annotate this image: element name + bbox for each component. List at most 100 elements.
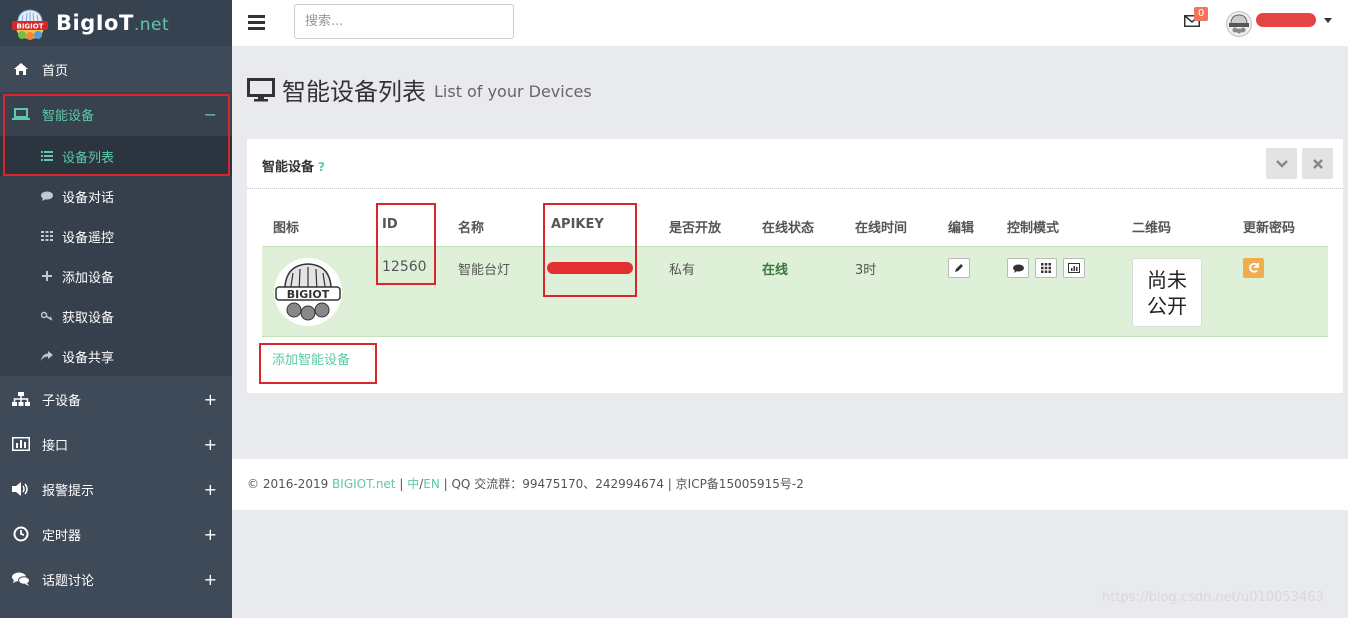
add-device-link[interactable]: 添加智能设备 — [272, 349, 350, 368]
expand-toggle[interactable]: + — [204, 390, 217, 409]
expand-toggle[interactable]: + — [204, 525, 217, 544]
sidebar-item-topics[interactable]: 话题讨论 + — [0, 557, 232, 601]
sidebar-item-label: 子设备 — [42, 393, 82, 409]
sidebar-subitem-label: 设备对话 — [62, 190, 115, 206]
device-open: 私有 — [669, 263, 696, 278]
sidebar-subitem-get-device[interactable]: 获取设备 — [0, 296, 232, 336]
lang-en-link[interactable]: EN — [423, 477, 440, 491]
refresh-icon — [1248, 262, 1259, 273]
footer: © 2016-2019 BIGIOT.net | 中/EN | QQ 交流群：9… — [232, 459, 1348, 510]
bar-chart-icon — [11, 437, 31, 451]
desktop-icon — [247, 77, 275, 101]
key-icon — [40, 311, 54, 321]
home-icon — [11, 62, 31, 76]
watermark: https://blog.csdn.net/u010053463 — [1102, 590, 1324, 605]
chat-control-button[interactable] — [1007, 258, 1029, 278]
devices-panel: 智能设备? 图标 ID 名称 APIKEY 是否开放 在线状态 在线时间 编辑 … — [247, 139, 1343, 393]
chart-control-button[interactable] — [1063, 258, 1085, 278]
username-redacted[interactable] — [1256, 13, 1316, 27]
expand-toggle[interactable]: + — [204, 570, 217, 589]
sidebar-subitem-device-chat[interactable]: 设备对话 — [0, 176, 232, 216]
expand-toggle[interactable]: + — [204, 480, 217, 499]
device-logo-text: BIGIOT — [287, 288, 330, 301]
device-logo-icon: BIGIOT — [274, 258, 342, 326]
bar-chart-icon — [1068, 263, 1080, 273]
col-header-name: 名称 — [458, 221, 485, 236]
list-icon — [40, 151, 54, 161]
col-header-icon: 图标 — [273, 221, 300, 236]
sidebar-item-sub-devices[interactable]: 子设备 + — [0, 377, 232, 421]
sidebar-item-label: 首页 — [42, 63, 69, 79]
sidebar-item-smart-devices[interactable]: 智能设备 − — [0, 92, 232, 136]
device-status: 在线 — [762, 263, 789, 278]
comments-icon — [11, 572, 31, 586]
brand-name: BigIoT.net — [56, 11, 170, 35]
collapse-panel-button[interactable] — [1266, 148, 1297, 179]
col-header-edit: 编辑 — [948, 221, 975, 236]
collapse-toggle[interactable]: − — [204, 105, 217, 124]
device-online-time: 3时 — [855, 263, 877, 278]
mail-count-badge: 0 — [1194, 7, 1209, 21]
sidebar-subitem-share-device[interactable]: 设备共享 — [0, 336, 232, 376]
sidebar-item-label: 定时器 — [42, 528, 82, 544]
laptop-icon — [11, 107, 31, 121]
menu-toggle-icon[interactable] — [248, 15, 265, 30]
sidebar-item-label: 接口 — [42, 438, 69, 454]
col-header-status: 在线状态 — [762, 221, 815, 236]
clock-icon — [11, 526, 31, 542]
remote-control-button[interactable] — [1035, 258, 1057, 278]
col-header-id: ID — [382, 217, 398, 232]
sidebar-subitem-add-device[interactable]: 添加设备 — [0, 256, 232, 296]
col-header-update-key: 更新密码 — [1243, 221, 1296, 236]
apikey-redacted — [547, 262, 633, 274]
col-header-apikey: APIKEY — [551, 217, 604, 232]
sitemap-icon — [11, 392, 31, 406]
sidebar-subitem-device-remote[interactable]: 设备遥控 — [0, 216, 232, 256]
close-icon — [1312, 158, 1323, 169]
comment-icon — [40, 191, 54, 201]
comment-icon — [1012, 264, 1024, 273]
col-header-control-mode: 控制模式 — [1007, 221, 1060, 236]
sidebar-subitem-label: 设备共享 — [62, 350, 115, 366]
bigiot-logo-icon: BIGIOT — [12, 9, 48, 40]
sidebar-item-label: 报警提示 — [42, 483, 95, 499]
sidebar-item-interface[interactable]: 接口 + — [0, 422, 232, 466]
close-panel-button[interactable] — [1302, 148, 1333, 179]
device-id: 12560 — [382, 259, 427, 275]
pencil-icon — [955, 264, 963, 272]
caret-down-icon[interactable] — [1324, 18, 1332, 23]
topbar: 0 — [232, 0, 1348, 46]
page-subtitle: List of your Devices — [434, 82, 592, 101]
lang-zh-link[interactable]: 中 — [407, 477, 419, 491]
page-title: 智能设备列表 List of your Devices — [247, 72, 592, 107]
expand-toggle[interactable]: + — [204, 435, 217, 454]
brand[interactable]: BIGIOT BigIoT.net — [0, 0, 232, 46]
chevron-down-icon — [1275, 159, 1288, 168]
grid-icon — [1041, 263, 1051, 273]
volume-icon — [11, 482, 31, 496]
refresh-key-button[interactable] — [1243, 258, 1264, 278]
col-header-public: 是否开放 — [669, 221, 722, 236]
sidebar: BIGIOT BigIoT.net 首页 智能设备 − 设备列表 设备对话 设备… — [0, 0, 232, 618]
share-icon — [40, 351, 54, 361]
site-link[interactable]: BIGIOT.net — [332, 477, 395, 491]
col-header-qrcode: 二维码 — [1132, 221, 1172, 236]
sidebar-item-timer[interactable]: 定时器 + — [0, 512, 232, 556]
sidebar-item-label: 智能设备 — [42, 108, 95, 124]
help-icon[interactable]: ? — [318, 160, 325, 174]
col-header-online-time: 在线时间 — [855, 221, 908, 236]
plus-icon — [40, 271, 54, 281]
sidebar-item-home[interactable]: 首页 — [0, 47, 232, 91]
logo-text: BIGIOT — [16, 23, 43, 31]
panel-title: 智能设备? — [262, 160, 325, 175]
edit-button[interactable] — [948, 258, 970, 278]
sidebar-subitem-device-list[interactable]: 设备列表 — [0, 136, 232, 176]
sidebar-subitem-label: 设备遥控 — [62, 230, 115, 246]
sidebar-item-alarm[interactable]: 报警提示 + — [0, 467, 232, 511]
qrcode-placeholder: 尚未 公开 — [1132, 258, 1202, 327]
device-name: 智能台灯 — [458, 263, 511, 278]
grid-icon — [40, 231, 54, 241]
search-input[interactable] — [294, 4, 514, 39]
page-title-text: 智能设备列表 — [282, 78, 426, 106]
avatar[interactable] — [1226, 11, 1252, 37]
